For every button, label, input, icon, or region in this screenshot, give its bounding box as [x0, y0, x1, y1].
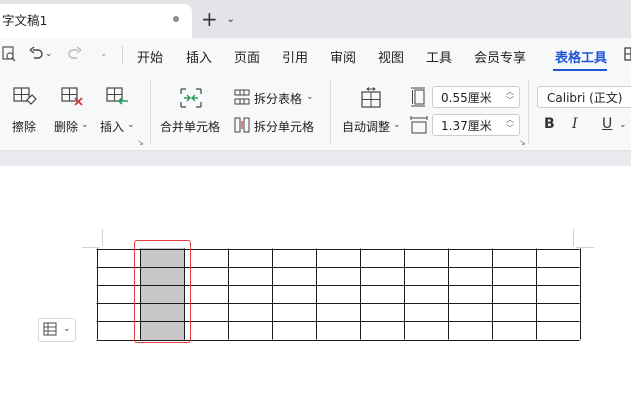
selected-column-outline	[134, 240, 191, 343]
document-table[interactable]	[0, 0, 631, 411]
table-menu-dropdown-icon[interactable]: ⌄	[63, 324, 71, 334]
table-layout-icon	[43, 322, 57, 336]
